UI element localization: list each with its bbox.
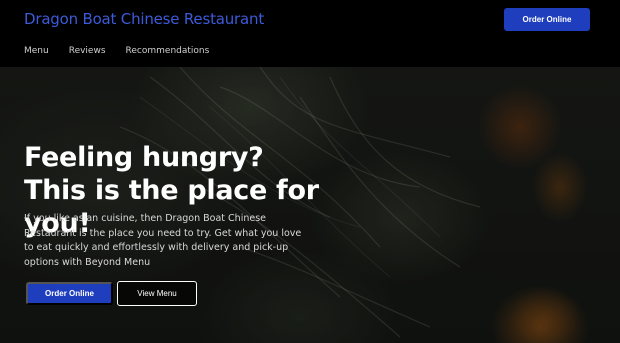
nav-item-menu[interactable]: Menu [24,46,49,56]
site-header: Dragon Boat Chinese Restaurant Order Onl… [0,0,620,67]
nav-item-reviews[interactable]: Reviews [69,46,106,56]
hero-description: If you like asian cuisine, then Dragon B… [24,213,302,268]
restaurant-name[interactable]: Dragon Boat Chinese Restaurant [24,10,264,28]
nav-item-recommendations[interactable]: Recommendations [126,46,210,56]
order-online-button-header[interactable]: Order Online [504,8,590,31]
main-nav: Menu Reviews Recommendations [24,46,209,56]
order-online-button-hero[interactable]: Order Online [26,282,113,305]
hero-section: Feeling hungry? This is the place for yo… [0,67,620,343]
view-menu-button[interactable]: View Menu [117,281,197,306]
